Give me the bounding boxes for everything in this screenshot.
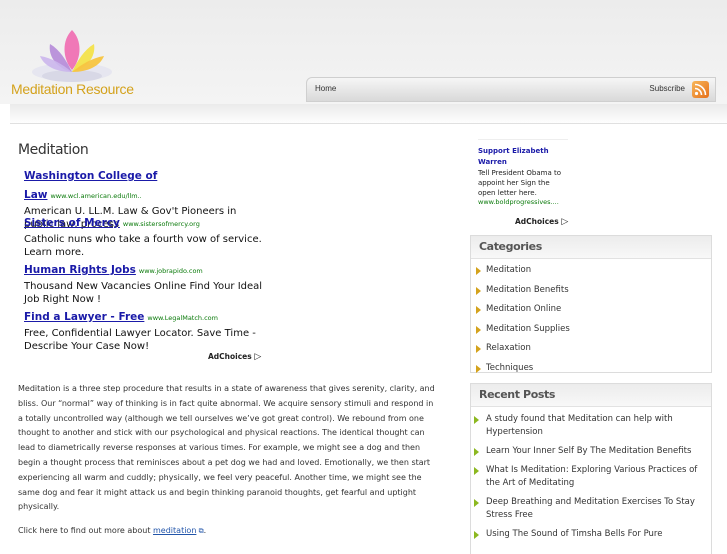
- site-header: Meditation Resource Home Subscribe: [0, 0, 727, 104]
- recent-post-item[interactable]: A study found that Meditation can help w…: [471, 413, 701, 439]
- bullet-arrow-icon: [476, 286, 481, 295]
- meditation-link[interactable]: meditation: [153, 526, 196, 535]
- sidebar-adchoices-link[interactable]: AdChoices ▷: [515, 217, 568, 227]
- sidebar-ad-title[interactable]: Support Elizabeth Warren: [478, 146, 568, 168]
- nav-home-link[interactable]: Home: [315, 84, 336, 93]
- more-prefix: Click here to find out more about: [18, 526, 154, 535]
- category-item[interactable]: Meditation: [471, 264, 711, 284]
- adchoices-link[interactable]: AdChoices ▷: [208, 352, 261, 362]
- category-item[interactable]: Relaxation: [471, 342, 711, 362]
- ad-title-link[interactable]: Find a Lawyer - Free: [24, 311, 144, 323]
- recent-post-item[interactable]: What Is Meditation: Exploring Various Pr…: [471, 464, 701, 490]
- recent-posts-heading: Recent Posts: [471, 384, 711, 407]
- recent-post-item[interactable]: Deep Breathing and Meditation Exercises …: [471, 496, 701, 522]
- ad-url[interactable]: www.wcl.american.edu/llm..: [50, 192, 141, 200]
- adchoices-label[interactable]: AdChoices: [208, 352, 252, 361]
- ad-description: Free, Confidential Lawyer Locator. Save …: [24, 328, 256, 352]
- ad-url[interactable]: www.jobrapido.com: [139, 267, 203, 275]
- recent-post-link[interactable]: What Is Meditation: Exploring Various Pr…: [486, 465, 697, 488]
- category-item[interactable]: Meditation Online: [471, 303, 711, 323]
- site-name[interactable]: Meditation Resource: [11, 81, 134, 97]
- ad-unit: Sisters of Mercy www.sistersofmercy.org C…: [24, 211, 264, 259]
- category-item[interactable]: Techniques: [471, 362, 711, 382]
- bullet-arrow-icon: [476, 267, 481, 275]
- ad-title-link[interactable]: Sisters of Mercy: [24, 217, 120, 229]
- bullet-arrow-icon: [476, 306, 481, 314]
- bullet-arrow-icon: [476, 364, 481, 373]
- bullet-arrow-icon: [476, 345, 481, 353]
- categories-heading: Categories: [471, 236, 711, 259]
- recent-post-item[interactable]: Learn Your Inner Self By The Meditation …: [471, 445, 701, 458]
- bullet-arrow-icon: [474, 448, 479, 456]
- category-label[interactable]: Meditation: [486, 265, 531, 275]
- adchoices-icon[interactable]: ▷: [561, 217, 568, 227]
- category-label[interactable]: Meditation Online: [486, 304, 561, 314]
- recent-post-link[interactable]: A study found that Meditation can help w…: [486, 414, 673, 437]
- ad-url[interactable]: www.LegalMatch.com: [147, 314, 218, 322]
- category-label[interactable]: Meditation Benefits: [486, 285, 569, 295]
- nav-bar: Home Subscribe: [306, 77, 716, 102]
- external-link-icon[interactable]: ⧉: [196, 527, 204, 535]
- ad-unit: Human Rights Jobs www.jobrapido.com Thous…: [24, 258, 264, 306]
- bullet-arrow-icon: [474, 467, 479, 475]
- bullet-arrow-icon: [474, 531, 479, 539]
- ad-description: Thousand New Vacancies Online Find Your …: [24, 281, 263, 305]
- article-body: Meditation is a three step procedure tha…: [18, 384, 435, 512]
- recent-post-link[interactable]: Using The Sound of Timsha Bells For Pure: [486, 529, 662, 539]
- recent-post-link[interactable]: Learn Your Inner Self By The Meditation …: [486, 446, 691, 456]
- category-label[interactable]: Techniques: [486, 363, 533, 373]
- bullet-arrow-icon: [476, 325, 481, 334]
- ad-url[interactable]: www.sistersofmercy.org: [123, 220, 200, 228]
- page-title: Meditation: [18, 142, 89, 158]
- header-band: [10, 104, 727, 124]
- more-line: Click here to find out more about medita…: [18, 526, 207, 535]
- bullet-arrow-icon: [474, 416, 479, 424]
- nav-subscribe-link[interactable]: Subscribe: [649, 84, 685, 93]
- category-label[interactable]: Relaxation: [486, 343, 531, 353]
- categories-widget: Categories Meditation Meditation Benefit…: [470, 235, 712, 373]
- ad-title-link[interactable]: Human Rights Jobs: [24, 264, 136, 276]
- category-item[interactable]: Meditation Supplies: [471, 323, 711, 343]
- ad-unit: Find a Lawyer - Free www.LegalMatch.com F…: [24, 305, 264, 353]
- recent-post-item[interactable]: Using The Sound of Timsha Bells For Pure: [471, 528, 701, 541]
- sidebar-ad-url[interactable]: www.boldprogressives....: [478, 198, 568, 206]
- ad-description: Catholic nuns who take a fourth vow of s…: [24, 234, 262, 258]
- sidebar-adchoices-label[interactable]: AdChoices: [515, 217, 559, 226]
- category-label[interactable]: Meditation Supplies: [486, 324, 570, 334]
- category-item[interactable]: Meditation Benefits: [471, 284, 711, 304]
- recent-post-link[interactable]: Deep Breathing and Meditation Exercises …: [486, 497, 695, 520]
- rss-icon[interactable]: [692, 81, 709, 98]
- sidebar-ad-text: Tell President Obama to appoint her Sign…: [478, 169, 561, 197]
- header-divider: [10, 123, 727, 124]
- bullet-arrow-icon: [474, 499, 479, 507]
- recent-posts-widget: Recent Posts A study found that Meditati…: [470, 383, 712, 554]
- adchoices-icon[interactable]: ▷: [254, 352, 261, 362]
